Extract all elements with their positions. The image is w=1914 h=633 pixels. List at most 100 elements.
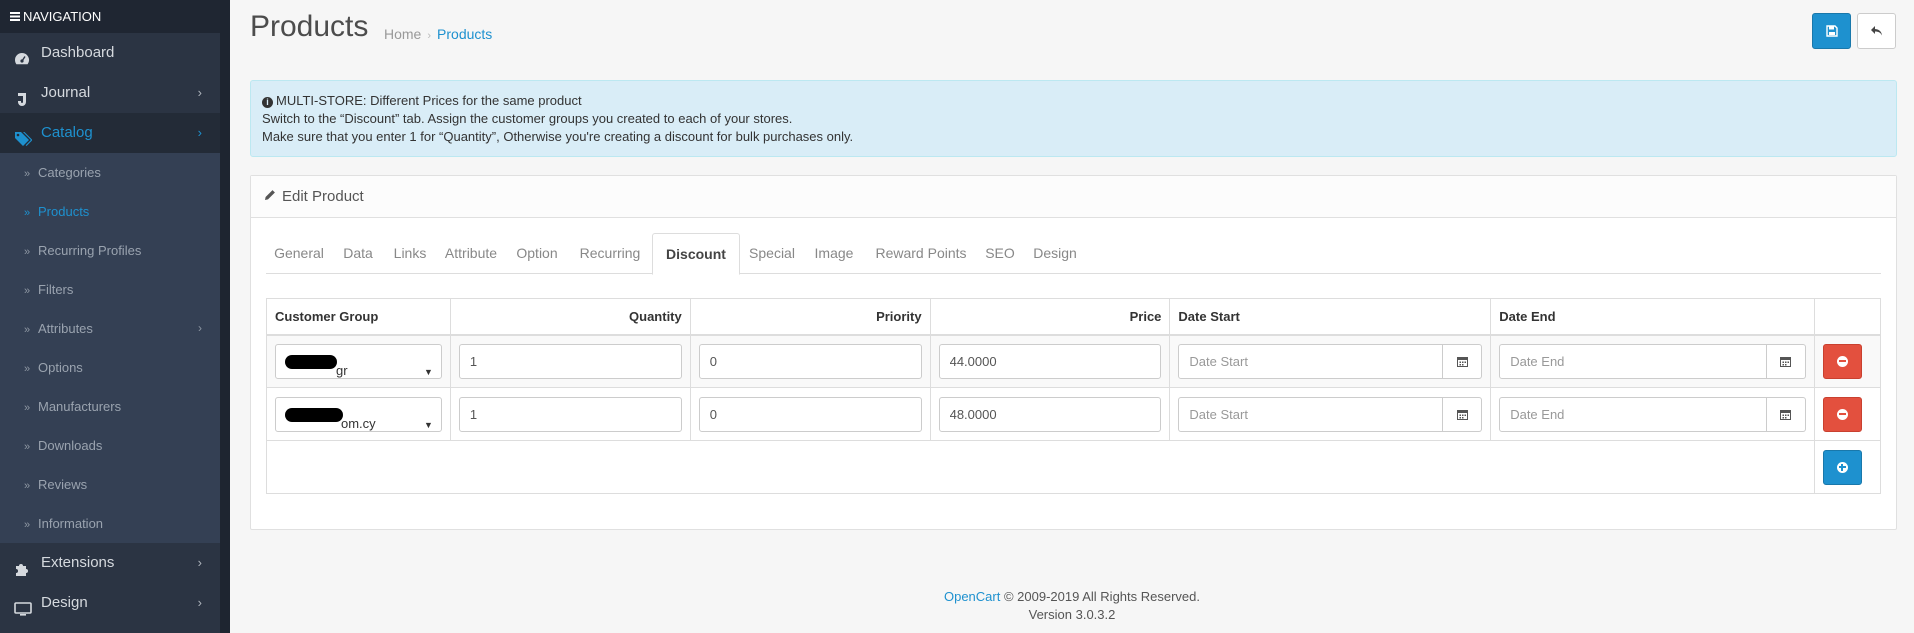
table-header-row: Customer Group Quantity Priority Price D… (266, 298, 1882, 336)
priority-input[interactable] (698, 396, 922, 432)
quantity-input[interactable] (458, 343, 682, 379)
calendar-icon (1456, 409, 1468, 420)
info-circle-icon: i (262, 97, 273, 108)
tab-bar: General Data Links Attribute Option Recu… (266, 233, 1881, 275)
double-chevron-icon: » (24, 324, 31, 336)
sidebar-item-label: Products (38, 204, 90, 219)
redaction-mark (285, 407, 343, 422)
sidebar-item-label: Catalog (41, 124, 93, 141)
date-end-input[interactable] (1499, 396, 1767, 432)
double-chevron-icon: » (24, 363, 31, 375)
sidebar-item-dashboard[interactable]: Dashboard (0, 33, 220, 73)
tab-recurring[interactable]: Recurring (568, 233, 652, 274)
journal-icon (14, 83, 36, 107)
calendar-icon (1780, 409, 1792, 420)
tab-reward-points[interactable]: Reward Points (864, 233, 978, 274)
date-start-group (1178, 343, 1483, 379)
sidebar-item-extensions[interactable]: Extensions › (0, 543, 220, 583)
sidebar-item-products[interactable]: » Products (0, 192, 220, 231)
customer-group-select[interactable]: gr ▼ (275, 343, 442, 379)
sidebar-item-recurring-profiles[interactable]: » Recurring Profiles (0, 231, 220, 270)
sidebar-item-downloads[interactable]: » Downloads (0, 426, 220, 465)
footer-spacer (266, 440, 1815, 494)
navigation-label: NAVIGATION (23, 9, 102, 24)
calendar-button[interactable] (1766, 396, 1806, 432)
calendar-button[interactable] (1443, 396, 1483, 432)
save-icon (1825, 25, 1838, 37)
add-discount-button[interactable] (1822, 449, 1862, 485)
chevron-right-icon: › (197, 555, 202, 570)
breadcrumb-home[interactable]: Home (384, 26, 421, 42)
tab-seo[interactable]: SEO (978, 233, 1022, 274)
alert-line: Switch to the “Discount” tab. Assign the… (262, 111, 793, 126)
back-button[interactable] (1857, 13, 1896, 49)
sidebar-item-options[interactable]: » Options (0, 348, 220, 387)
opencart-link[interactable]: OpenCart (944, 589, 1000, 604)
alert-line: Make sure that you enter 1 for “Quantity… (262, 129, 854, 144)
sidebar-item-reviews[interactable]: » Reviews (0, 465, 220, 504)
date-end-group (1499, 343, 1806, 379)
sidebar-item-label: Extensions (41, 554, 115, 571)
footer-copyright: © 2009-2019 All Rights Reserved. (1003, 589, 1201, 604)
calendar-icon (1780, 356, 1792, 367)
sidebar-item-catalog[interactable]: Catalog › (0, 113, 220, 153)
navigation-header[interactable]: NAVIGATION (0, 0, 220, 33)
breadcrumb: Home › Products (384, 26, 492, 42)
remove-discount-button[interactable] (1822, 343, 1862, 379)
tab-links[interactable]: Links (384, 233, 436, 274)
sidebar-item-design[interactable]: Design › (0, 583, 220, 623)
double-chevron-icon: » (24, 402, 31, 414)
date-end-input[interactable] (1499, 343, 1767, 379)
sidebar-item-manufacturers[interactable]: » Manufacturers (0, 387, 220, 426)
tab-data[interactable]: Data (332, 233, 384, 274)
tab-special[interactable]: Special (740, 233, 804, 274)
sidebar-item-label: Reviews (38, 477, 88, 492)
redaction-mark (285, 354, 337, 369)
chevron-right-icon: › (198, 321, 202, 335)
header-date-start: Date Start (1169, 298, 1492, 336)
calendar-button[interactable] (1766, 343, 1806, 379)
remove-discount-button[interactable] (1822, 396, 1862, 432)
sidebar-item-categories[interactable]: » Categories (0, 153, 220, 192)
priority-input[interactable] (698, 343, 922, 379)
discount-table: Customer Group Quantity Priority Price D… (266, 298, 1882, 494)
tab-discount[interactable]: Discount (652, 233, 740, 275)
double-chevron-icon: » (24, 519, 31, 531)
price-input[interactable] (938, 343, 1162, 379)
dashboard-icon (14, 43, 36, 65)
tab-design[interactable]: Design (1022, 233, 1088, 274)
date-start-input[interactable] (1178, 396, 1444, 432)
sidebar-item-label: Options (38, 360, 83, 375)
sidebar-item-label: Dashboard (41, 44, 115, 61)
monitor-icon (14, 593, 36, 616)
hamburger-icon[interactable] (10, 0, 20, 33)
date-start-group (1178, 396, 1483, 432)
tab-attribute[interactable]: Attribute (436, 233, 506, 274)
customer-group-select[interactable]: om.cy ▼ (275, 396, 442, 432)
edit-product-panel: Edit Product General Data Links Attribut… (250, 175, 1897, 530)
tab-option[interactable]: Option (506, 233, 568, 274)
calendar-icon (1456, 356, 1468, 367)
sidebar-item-journal[interactable]: Journal › (0, 73, 220, 113)
quantity-input[interactable] (458, 396, 682, 432)
sidebar-edge (220, 0, 230, 633)
page-footer: OpenCart © 2009-2019 All Rights Reserved… (230, 588, 1914, 624)
sidebar-item-information[interactable]: » Information (0, 504, 220, 543)
date-end-group (1499, 396, 1806, 432)
info-alert: i MULTI-STORE: Different Prices for the s… (250, 80, 1897, 157)
calendar-button[interactable] (1443, 343, 1483, 379)
table-row: om.cy ▼ (266, 387, 1882, 441)
save-button[interactable] (1812, 13, 1851, 49)
double-chevron-icon: » (24, 246, 31, 258)
price-input[interactable] (938, 396, 1162, 432)
date-start-input[interactable] (1178, 343, 1444, 379)
breadcrumb-products[interactable]: Products (437, 26, 492, 42)
tab-image[interactable]: Image (804, 233, 864, 274)
sidebar-item-label: Downloads (38, 438, 103, 453)
sidebar-item-attributes[interactable]: » Attributes › (0, 309, 220, 348)
sidebar-item-filters[interactable]: » Filters (0, 270, 220, 309)
chevron-right-icon: › (197, 125, 202, 140)
customer-group-value: gr (336, 362, 348, 378)
tab-general[interactable]: General (266, 233, 332, 274)
chevron-right-icon: › (197, 595, 202, 610)
